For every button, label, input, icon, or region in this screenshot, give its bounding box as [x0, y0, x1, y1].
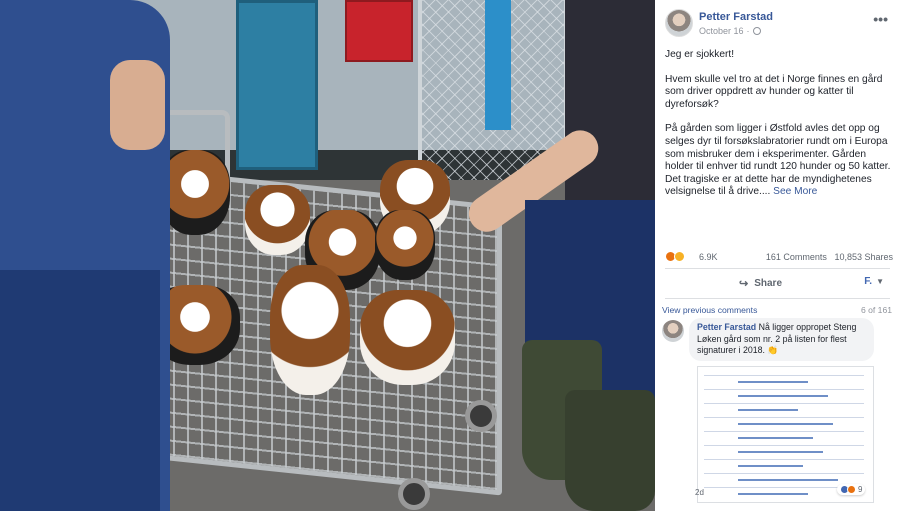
attachment-line	[738, 423, 833, 425]
more-options-icon[interactable]: •••	[873, 11, 888, 27]
page-selector-label: F.	[864, 276, 873, 287]
attachment-line	[704, 473, 864, 474]
attachment-line	[738, 465, 803, 467]
worker-left-pants	[0, 270, 160, 511]
share-label: Share	[754, 278, 783, 289]
comment-attachment-image[interactable]	[697, 366, 874, 503]
attachment-line	[738, 395, 828, 397]
attachment-line	[704, 445, 864, 446]
share-icon: ↪	[739, 278, 749, 290]
globe-icon[interactable]	[752, 27, 761, 35]
reaction-icons[interactable]	[665, 251, 685, 262]
reaction-count[interactable]: 6.9K	[699, 252, 718, 262]
cart-wheel	[465, 400, 497, 432]
comment-time[interactable]: 2d	[695, 488, 704, 497]
post-date[interactable]: October 16	[699, 26, 744, 36]
post-photo[interactable]	[0, 0, 655, 511]
worker-left-arm	[110, 60, 165, 150]
puppy	[245, 185, 310, 255]
comment-avatar[interactable]	[662, 320, 684, 342]
attachment-line	[738, 479, 838, 481]
comments-header: View previous comments 6 of 161	[662, 305, 892, 317]
divider	[665, 268, 890, 269]
photo-red-box	[345, 0, 413, 62]
divider	[665, 298, 890, 299]
author-avatar[interactable]	[665, 9, 693, 37]
page-selector[interactable]: F. ▼	[864, 276, 884, 287]
puppy	[375, 210, 435, 280]
sad-icon	[674, 251, 685, 262]
attachment-line	[738, 437, 813, 439]
attachment-line	[704, 389, 864, 390]
post-panel: Petter Farstad October 16 · ••• Jeg er s…	[655, 0, 900, 511]
post-paragraph: Hvem skulle vel tro at det i Norge finne…	[665, 73, 883, 110]
reactions-bar: 6.9K 161 Comments 10,853 Shares	[665, 251, 893, 265]
shares-count[interactable]: 10,853 Shares	[834, 252, 893, 262]
puppy	[160, 150, 230, 235]
attachment-line	[704, 459, 864, 460]
angry-icon	[847, 485, 856, 494]
attachment-line	[738, 409, 798, 411]
comment-reaction-count: 9	[858, 485, 863, 494]
puppy	[360, 290, 455, 385]
cart-wheel	[398, 478, 430, 510]
post-paragraph: Jeg er sjokkert!	[665, 49, 735, 60]
view-previous-comments-link[interactable]: View previous comments	[662, 305, 757, 315]
comment-position: 6 of 161	[860, 305, 892, 315]
meta-separator: ·	[746, 26, 750, 36]
comment-reactions[interactable]: 9	[837, 484, 866, 495]
see-more-link[interactable]: See More	[773, 186, 817, 197]
post-body: Jeg er sjokkert! Hvem skulle vel tro at …	[665, 49, 893, 211]
chevron-down-icon: ▼	[876, 277, 884, 286]
attachment-line	[738, 493, 808, 495]
post-header: Petter Farstad October 16 · •••	[665, 9, 890, 39]
attachment-line	[738, 381, 808, 383]
comment-bubble: Petter Farstad Nå ligger oppropet Steng …	[689, 318, 874, 361]
puppy	[270, 265, 350, 395]
photo-blue-pole	[485, 0, 511, 130]
attachment-line	[738, 451, 823, 453]
post-meta: October 16 ·	[699, 26, 761, 36]
author-name[interactable]: Petter Farstad	[699, 11, 773, 23]
attachment-line	[704, 431, 864, 432]
worker-right	[565, 0, 655, 210]
attachment-line	[704, 403, 864, 404]
share-button[interactable]: ↪ Share	[739, 277, 782, 290]
comments-count[interactable]: 161 Comments	[766, 252, 827, 262]
engagement-counts: 161 Comments 10,853 Shares	[766, 252, 893, 262]
photo-door	[236, 0, 318, 170]
attachment-line	[704, 417, 864, 418]
attachment-line	[704, 375, 864, 376]
comment-author[interactable]: Petter Farstad	[697, 322, 756, 332]
post-paragraph: På gården som ligger i Østfold avles det…	[665, 123, 893, 199]
worker-boot	[565, 390, 655, 511]
post-actions: ↪ Share F. ▼	[665, 272, 890, 294]
